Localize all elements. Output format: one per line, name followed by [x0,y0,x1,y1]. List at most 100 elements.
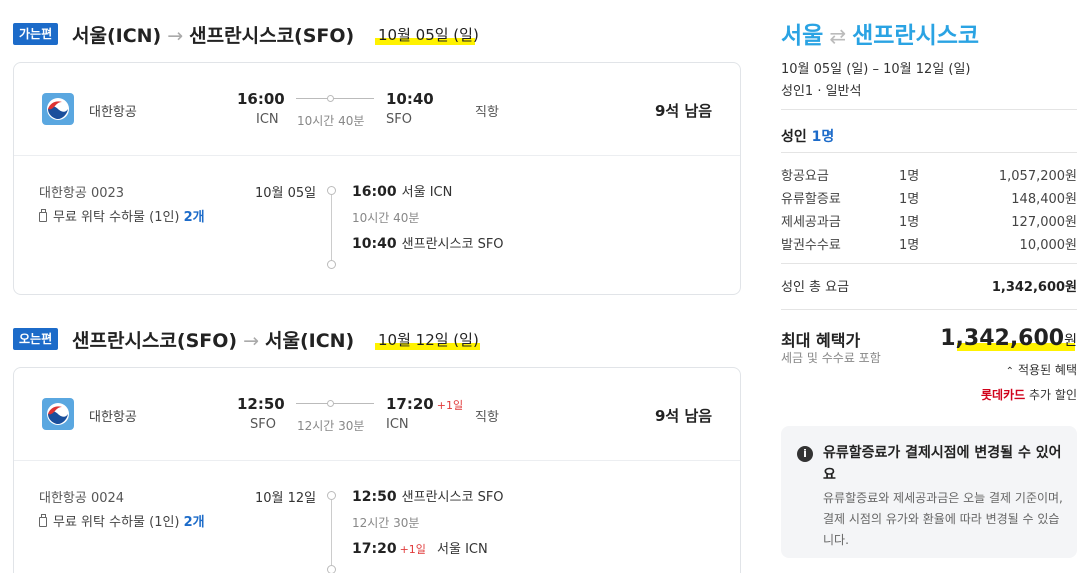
detail-departure: 12:50 샌프란시스코 SFO [352,486,504,505]
baggage-count: 2개 [183,210,205,225]
outbound-route-title: 서울(ICN) → 샌프란시스코(SFO) [72,21,354,48]
seats-remaining: 9석 남음 [655,407,713,425]
arrival-code: SFO [386,112,412,127]
outbound-date: 10월 05일 (일) [378,26,479,44]
baggage-count: 2개 [183,515,205,530]
trip-dates: 10월 05일 (일) – 10월 12일 (일) [781,62,971,77]
adult-total-amount: 1,342,600원 [991,280,1077,295]
stops-label: 직항 [475,105,499,120]
summary-to-city: 샌프란시스코 [852,23,980,49]
timeline-dot [327,565,336,573]
adult-count-heading: 성인 1명 [781,126,834,146]
max-benefit-label: 최대 혜택가 [781,331,861,350]
fee-amount: 10,000원 [1019,238,1077,253]
outbound-flight-card[interactable]: 대한항공 16:00 ICN 10시간 40분 10:40 SFO 직항 9석 … [13,62,741,295]
flight-duration: 10시간 40분 [297,114,365,128]
adult-total-label: 성인 총 요금 [781,280,850,295]
divider [781,309,1077,310]
detail-departure-city: 샌프란시스코 SFO [401,490,504,505]
outbound-to: 샌프란시스코(SFO) [189,25,355,47]
arrival-code: ICN [386,417,409,432]
inbound-flight-card[interactable]: 대한항공 12:50 SFO 12시간 30분 17:20 +1일 ICN 직항 … [13,367,741,573]
detail-arrival: 17:20 +1일 서울 ICN [352,538,488,557]
arrow-right-icon: → [243,330,259,352]
card-discount: 롯데카드 추가 할인 [981,386,1077,403]
seats-remaining: 9석 남음 [655,102,713,120]
fee-qty: 1명 [899,192,920,207]
route-line [296,403,374,404]
departure-code: ICN [256,112,279,127]
chevron-up-icon: ⌃ [1005,366,1014,377]
passenger-class: 성인1 · 일반석 [781,84,862,99]
fee-qty: 1명 [899,215,920,230]
fee-name: 제세공과금 [781,215,841,230]
fee-amount: 1,057,200원 [998,169,1077,184]
airline-name: 대한항공 [89,410,137,425]
route-line [296,98,374,99]
arrival-time-value: 17:20 [386,395,434,413]
summary-from-city: 서울 [781,23,824,49]
timeline-dot [327,260,336,269]
trip-title: 서울 ⇄ 샌프란시스코 [781,16,979,50]
detail-arrival-time: 17:20 [352,541,397,557]
fee-amount: 127,000원 [1011,215,1077,230]
inbound-date: 10월 12일 (일) [378,331,479,349]
detail-duration: 12시간 30분 [352,516,420,530]
tax-included-note: 세금 및 수수료 포함 [781,351,881,365]
inbound-from: 샌프란시스코(SFO) [72,330,238,352]
route-dot [327,400,334,407]
card-brand: 롯데카드 [981,388,1026,402]
detail-departure-time: 16:00 [352,184,397,200]
baggage-label: 무료 위탁 수하물 (1인) [53,515,180,530]
currency-unit: 원 [1064,333,1077,349]
fee-qty: 1명 [899,238,920,253]
fee-name: 항공요금 [781,169,829,184]
inbound-badge: 오는편 [13,328,59,350]
info-icon: i [797,446,813,462]
detail-date: 10월 12일 [255,491,317,506]
baggage-icon [39,514,47,527]
timeline-dot [327,491,336,500]
outbound-badge: 가는편 [13,23,59,45]
arrival-time: 10:40 [386,90,434,108]
detail-arrival-time: 10:40 [352,236,397,252]
next-day-indicator: +1일 [399,543,426,556]
stops-label: 직항 [475,410,499,425]
fee-amount: 148,400원 [1011,192,1077,207]
adult-label: 성인 [781,129,807,145]
route-dot [327,95,334,102]
detail-departure: 16:00 서울 ICN [352,181,452,200]
timeline-line [331,500,332,565]
swap-arrows-icon: ⇄ [829,24,847,48]
departure-time: 16:00 [237,90,285,108]
applied-benefit-label: 적용된 혜택 [1017,363,1077,377]
fee-qty: 1명 [899,169,920,184]
baggage-info: 무료 위탁 수하물 (1인) 2개 [39,206,205,225]
detail-date: 10월 05일 [255,186,317,201]
detail-departure-time: 12:50 [352,489,397,505]
flight-duration: 12시간 30분 [297,419,365,433]
timeline-dot [327,186,336,195]
timeline-line [331,195,332,260]
detail-arrival-city: 서울 ICN [437,542,488,557]
fee-name: 발권수수료 [781,238,841,253]
korean-air-logo-icon [42,398,74,430]
adult-count: 1명 [811,129,835,145]
outbound-from: 서울(ICN) [72,25,162,47]
divider [781,109,1077,110]
applied-benefit-toggle[interactable]: ⌃ 적용된 혜택 [1006,361,1077,378]
detail-arrival: 10:40 샌프란시스코 SFO [352,233,504,252]
korean-air-logo-icon [42,93,74,125]
max-benefit-price-value: 1,342,600 [940,326,1065,351]
flight-number: 대한항공 0024 [39,491,125,506]
inbound-to: 서울(ICN) [264,330,355,352]
arrival-time: 17:20 +1일 [386,395,463,413]
detail-arrival-city: 샌프란시스코 SFO [401,237,504,252]
baggage-label: 무료 위탁 수하물 (1인) [53,210,180,225]
card-divider [14,460,740,461]
inbound-route-title: 샌프란시스코(SFO) → 서울(ICN) [72,326,354,353]
fee-name: 유류할증료 [781,192,841,207]
airline-name: 대한항공 [89,105,137,120]
detail-departure-city: 서울 ICN [401,185,453,200]
detail-duration: 10시간 40분 [352,211,420,225]
